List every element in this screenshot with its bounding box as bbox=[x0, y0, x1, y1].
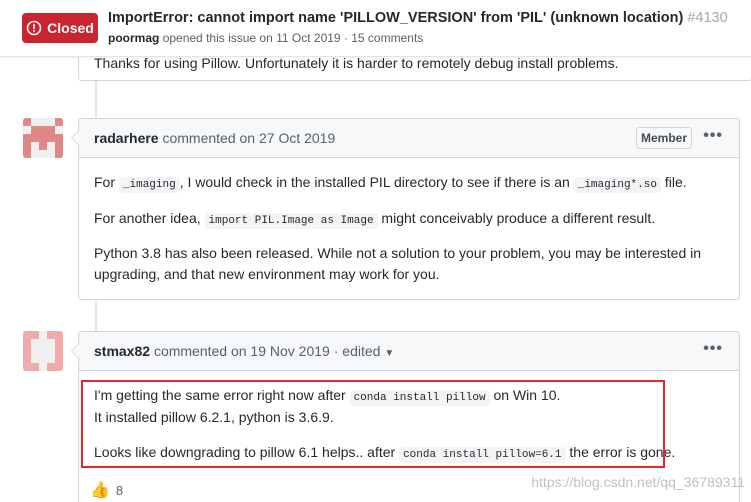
thumbs-up-icon: 👍 bbox=[90, 482, 110, 499]
edited-dropdown[interactable]: edited ▼ bbox=[342, 343, 394, 359]
comment-header: stmax82 commented on 19 Nov 2019 · edite… bbox=[79, 332, 739, 371]
comment-timestamp[interactable]: commented on 27 Oct 2019 bbox=[162, 130, 335, 146]
inline-code: import PIL.Image as Image bbox=[204, 212, 378, 229]
state-badge-closed: Closed bbox=[22, 13, 98, 43]
issue-meta-text: opened this issue on 11 Oct 2019 · 15 co… bbox=[162, 31, 424, 45]
comment-meta: radarhere commented on 27 Oct 2019 bbox=[94, 130, 335, 146]
issue-number: #4130 bbox=[687, 10, 728, 26]
comment-paragraph: Looks like downgrading to pillow 6.1 hel… bbox=[94, 443, 676, 463]
comment-header: radarhere commented on 27 Oct 2019 Membe… bbox=[79, 119, 739, 158]
identicon-radarhere-icon bbox=[23, 118, 63, 158]
comment-author-link[interactable]: radarhere bbox=[94, 130, 159, 146]
issue-title[interactable]: ImportError: cannot import name 'PILLOW_… bbox=[108, 10, 728, 26]
sticky-issue-header: Closed ImportError: cannot import name '… bbox=[0, 0, 751, 57]
comment-timestamp[interactable]: commented on 19 Nov 2019 · bbox=[154, 343, 338, 359]
more-options-button[interactable]: ••• bbox=[703, 127, 723, 145]
comment-author-link[interactable]: stmax82 bbox=[94, 343, 150, 359]
comment-body: For _imaging, I would check in the insta… bbox=[79, 158, 739, 299]
inline-code: conda install pillow bbox=[349, 390, 490, 406]
comment-meta: stmax82 commented on 19 Nov 2019 · edite… bbox=[94, 343, 394, 359]
comment-paragraph: Python 3.8 has also been released. While… bbox=[94, 245, 702, 282]
comment-paragraph: For another idea, import PIL.Image as Im… bbox=[94, 209, 656, 229]
issue-meta: poormag opened this issue on 11 Oct 2019… bbox=[108, 31, 423, 45]
reaction-thumbs-up[interactable]: 👍 8 bbox=[90, 480, 123, 500]
reaction-count: 8 bbox=[115, 482, 124, 498]
avatar-radarhere[interactable] bbox=[23, 118, 63, 158]
inline-code: conda install pillow=6.1 bbox=[399, 446, 566, 463]
avatar-stmax82[interactable] bbox=[23, 331, 63, 371]
comment-paragraph: For _imaging, I would check in the insta… bbox=[94, 174, 687, 193]
member-badge: Member bbox=[635, 127, 692, 149]
issue-author-link[interactable]: poormag bbox=[108, 31, 159, 45]
comment-paragraph: I'm getting the same error right now aft… bbox=[94, 387, 561, 425]
comment-body: I'm getting the same error right now aft… bbox=[79, 371, 739, 477]
inline-code: _imaging*.so bbox=[573, 177, 661, 193]
closed-issue-icon bbox=[26, 20, 42, 36]
watermark: https://blog.csdn.net/qq_36789311 bbox=[531, 474, 745, 490]
comment-radarhere: radarhere commented on 27 Oct 2019 Membe… bbox=[71, 118, 740, 300]
inline-code: _imaging bbox=[118, 177, 180, 193]
caret-down-icon: ▼ bbox=[384, 348, 395, 359]
identicon-stmax82-icon bbox=[23, 331, 63, 371]
issue-title-text: ImportError: cannot import name 'PILLOW_… bbox=[108, 10, 684, 26]
more-options-button[interactable]: ••• bbox=[703, 340, 723, 358]
previous-comment-text: Thanks for using Pillow. Unfortunately i… bbox=[94, 55, 619, 71]
state-label: Closed bbox=[47, 20, 94, 36]
